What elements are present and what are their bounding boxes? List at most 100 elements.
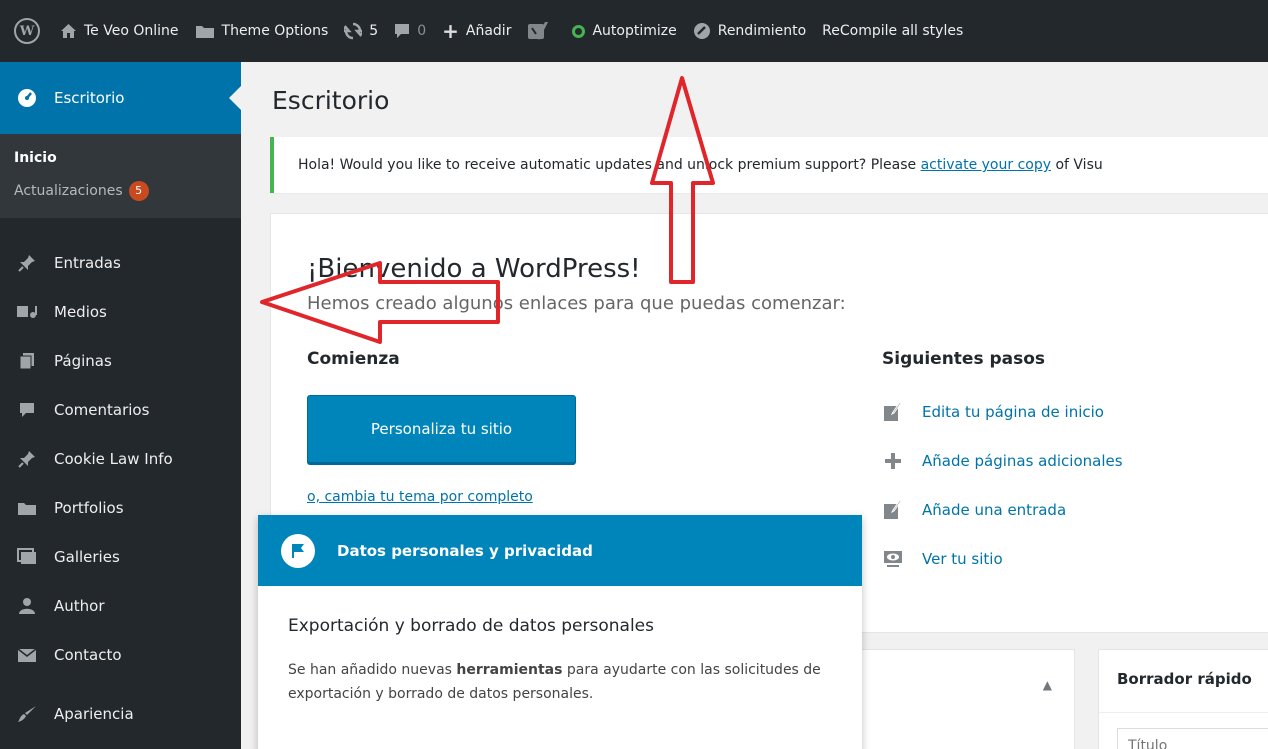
next-step-label: Añade una entrada <box>922 500 1067 519</box>
notice-text: Hola! Would you like to receive automati… <box>298 157 917 173</box>
plus-icon <box>882 450 904 472</box>
pages-icon <box>14 350 40 372</box>
sidebar-item-label: Cookie Law Info <box>54 449 173 468</box>
next-step-label: Ver tu sitio <box>922 549 1003 568</box>
next-step-link[interactable]: Añade páginas adicionales <box>882 436 1123 485</box>
dashboard-icon <box>14 87 40 109</box>
activate-link[interactable]: activate your copy <box>921 157 1051 173</box>
admin-sidebar: Escritorio Inicio Actualizaciones 5 Entra… <box>0 62 241 749</box>
comments-link[interactable]: 0 <box>386 0 434 62</box>
pointer-text-bold: herramientas <box>456 662 563 678</box>
divider <box>1099 712 1268 713</box>
pointer-header: Datos personales y privacidad <box>258 515 862 586</box>
pointer-heading: Exportación y borrado de datos personale… <box>288 616 654 636</box>
sidebar-item-galleries[interactable]: Galleries <box>0 532 241 581</box>
comments-count: 0 <box>417 23 427 39</box>
wordpress-icon: W <box>14 18 40 44</box>
next-steps-list: Edita tu página de inicio Añade páginas a… <box>882 387 1123 583</box>
recompile-link[interactable]: ReCompile all styles <box>814 0 971 62</box>
gallery-icon <box>14 546 40 568</box>
view-icon <box>882 548 904 570</box>
refresh-icon <box>344 22 363 40</box>
sidebar-item-label: Galleries <box>54 547 120 566</box>
sidebar-menu: Entradas Medios Páginas Comentarios Cookie L… <box>0 218 241 738</box>
sidebar-item-label: Author <box>54 596 105 615</box>
add-new-link[interactable]: + Añadir <box>434 0 519 62</box>
next-step-label: Añade páginas adicionales <box>922 451 1123 470</box>
sidebar-item-portfolios[interactable]: Portfolios <box>0 483 241 532</box>
welcome-about: Hemos creado algunos enlaces para que pu… <box>307 293 846 314</box>
quick-draft-widget: Borrador rápido <box>1098 649 1268 749</box>
performance-label: Rendimiento <box>717 23 807 39</box>
page-title: Escritorio <box>272 86 390 115</box>
sidebar-item-medios[interactable]: Medios <box>0 287 241 336</box>
pin-icon <box>14 252 40 274</box>
license-notice: Hola! Would you like to receive automati… <box>270 137 1268 193</box>
edit-icon <box>882 499 904 521</box>
yoast-seo-link[interactable] <box>519 0 564 62</box>
folder-icon <box>14 497 40 519</box>
comment-icon <box>14 399 40 421</box>
customize-site-button[interactable]: Personaliza tu sitio <box>307 395 576 463</box>
autoptimize-link[interactable]: Autoptimize <box>564 0 684 62</box>
performance-link[interactable]: Rendimiento <box>685 0 814 62</box>
next-step-link[interactable]: Edita tu página de inicio <box>882 387 1123 436</box>
performance-icon <box>693 22 711 40</box>
next-steps-column: Siguientes pasos Edita tu página de inic… <box>882 349 1123 583</box>
plus-icon: + <box>442 19 459 43</box>
next-step-link[interactable]: Añade una entrada <box>882 485 1123 534</box>
sidebar-item-label: Escritorio <box>54 89 125 107</box>
brush-icon <box>14 703 40 725</box>
comment-icon <box>394 23 410 39</box>
pin-icon <box>14 448 40 470</box>
sidebar-item-dashboard[interactable]: Escritorio <box>0 62 241 134</box>
submenu-updates[interactable]: Actualizaciones 5 <box>14 175 241 208</box>
updates-count: 5 <box>369 23 379 39</box>
draft-title-input[interactable] <box>1117 728 1268 749</box>
sidebar-item-label: Medios <box>54 302 107 321</box>
flag-icon <box>281 533 315 568</box>
add-new-label: Añadir <box>465 23 512 39</box>
sidebar-item-comentarios[interactable]: Comentarios <box>0 385 241 434</box>
admin-bar: W Te Veo Online Theme Options 5 0 + Añad… <box>0 0 1268 62</box>
sidebar-item-label: Portfolios <box>54 498 124 517</box>
get-started-column: Comienza Personaliza tu sitio o, cambia … <box>307 349 576 505</box>
user-icon <box>14 595 40 617</box>
theme-options-label: Theme Options <box>221 23 329 39</box>
yoast-icon <box>527 21 549 41</box>
edit-icon <box>882 401 904 423</box>
sidebar-item-label: Contacto <box>54 645 122 664</box>
autoptimize-label: Autoptimize <box>592 23 677 39</box>
home-icon <box>60 23 77 39</box>
updates-link[interactable]: 5 <box>336 0 386 62</box>
sidebar-item-p-ginas[interactable]: Páginas <box>0 336 241 385</box>
recompile-label: ReCompile all styles <box>822 23 964 39</box>
next-step-label: Edita tu página de inicio <box>922 402 1104 421</box>
quick-draft-title: Borrador rápido <box>1117 670 1252 688</box>
sidebar-item-label: Páginas <box>54 351 112 370</box>
sidebar-item-entradas[interactable]: Entradas <box>0 238 241 287</box>
submenu-home[interactable]: Inicio <box>14 142 241 175</box>
site-name-link[interactable]: Te Veo Online <box>52 0 187 62</box>
sidebar-item-contacto[interactable]: Contacto <box>0 630 241 679</box>
next-steps-title: Siguientes pasos <box>882 349 1046 369</box>
change-theme-link[interactable]: o, cambia tu tema por completo <box>307 489 533 505</box>
sidebar-item-cookie-law-info[interactable]: Cookie Law Info <box>0 434 241 483</box>
privacy-pointer-popup: Datos personales y privacidad Exportació… <box>258 515 862 749</box>
mail-icon <box>14 644 40 666</box>
next-step-link[interactable]: Ver tu sitio <box>882 534 1123 583</box>
submenu-updates-label: Actualizaciones <box>14 183 123 199</box>
sidebar-item-author[interactable]: Author <box>0 581 241 630</box>
sidebar-item-label: Entradas <box>54 253 121 272</box>
sidebar-item-apariencia[interactable]: Apariencia <box>0 689 241 738</box>
pointer-body: Exportación y borrado de datos personale… <box>258 586 862 706</box>
notice-tail: of Visu <box>1055 157 1103 173</box>
wordpress-logo-button[interactable]: W <box>6 0 52 62</box>
media-icon <box>14 301 40 323</box>
theme-options-link[interactable]: Theme Options <box>187 0 337 62</box>
welcome-title: ¡Bienvenido a WordPress! <box>307 254 641 284</box>
collapse-arrow-icon[interactable]: ▲ <box>1043 678 1052 692</box>
status-circle-icon <box>572 24 586 38</box>
updates-badge: 5 <box>128 181 149 201</box>
sidebar-item-label: Apariencia <box>54 704 134 723</box>
